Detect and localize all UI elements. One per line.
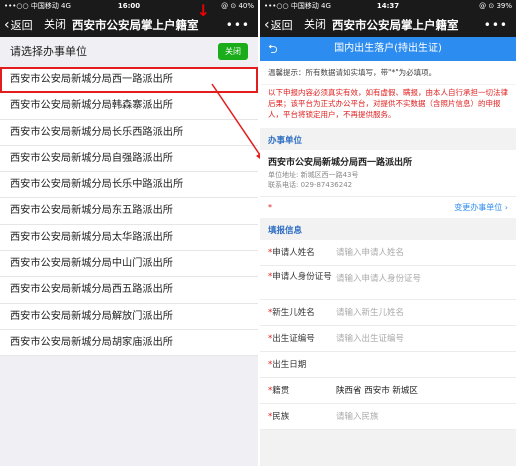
unit-phone: 联系电话: 029-87436242 [268,181,353,189]
nav-bar: ‹返回 关闭 西安市公安局掌上户籍室 ↓ ••• [0,1,258,38]
more-icon[interactable]: ••• [484,13,508,37]
choose-unit-header: 请选择办事单位 关闭 [0,37,258,67]
clock: 16:00 [117,2,141,10]
status-bar: •••○○ 中国移动 4G 14:37 @ ⊙ 39% [260,0,516,13]
choose-unit-title: 请选择办事单位 [10,45,87,58]
birth-cert-field[interactable]: *出生证编号 请输入出生证编号 [260,326,516,352]
native-place-value[interactable]: 陕西省 西安市 新城区 [336,385,418,397]
list-item[interactable]: 西安市公安局新城分局韩森寨派出所 [0,93,258,120]
list-item[interactable]: 西安市公安局新城分局自强路派出所 [0,146,258,173]
field-label: 籍贯 [272,386,290,396]
ethnicity-field[interactable]: *民族 请输入民族 [260,404,516,430]
list-item[interactable]: 西安市公安局新城分局西五路派出所 [0,277,258,304]
close-link[interactable]: 关闭 [44,13,66,37]
tip-text: 温馨提示：所有数据请如实填写，带"*"为必填项。 [260,61,516,84]
return-icon[interactable]: ⮌ [268,37,278,61]
right-screen: •••○○ 中国移动 4G 14:37 @ ⊙ 39% ‹返回 关闭 西安市公安… [260,0,516,466]
arrow-down-icon: ↓ [196,1,210,20]
battery-indicator: @ ⊙ 40% [221,2,254,10]
newborn-name-field[interactable]: *新生儿姓名 请输入新生儿姓名 [260,300,516,326]
change-unit-link[interactable]: 变更办事单位 › [454,197,508,219]
chevron-left-icon: ‹ [4,17,10,33]
newborn-name-input[interactable]: 请输入新生儿姓名 [336,307,404,319]
fill-section-title: 填报信息 [260,218,516,240]
applicant-name-input[interactable]: 请输入申请人姓名 [336,247,404,259]
nav-bar: ‹返回 关闭 西安市公安局掌上户籍室 ••• [260,13,516,37]
form-header: ⮌ 国内出生落户(持出生证) [260,37,516,61]
list-item[interactable]: 西安市公安局新城分局中山门派出所 [0,251,258,278]
field-label: 申请人身份证号 [272,272,332,282]
back-button[interactable]: ‹返回 [4,13,33,38]
list-item[interactable]: 西安市公安局新城分局长乐西路派出所 [0,120,258,146]
applicant-id-input[interactable]: 请输入申请人身份证号 [336,273,421,285]
unit-section-title: 办事单位 [260,128,516,150]
battery-indicator: @ ⊙ 39% [479,2,512,10]
field-label: 出生证编号 [272,334,315,344]
native-place-field[interactable]: *籍贯 陕西省 西安市 新城区 [260,378,516,404]
back-button[interactable]: ‹返回 [264,13,293,38]
back-label: 返回 [270,19,293,32]
list-item[interactable]: 西安市公安局新城分局长乐中路派出所 [0,172,258,199]
birth-cert-input[interactable]: 请输入出生证编号 [336,333,404,345]
applicant-name-field[interactable]: *申请人姓名 请输入申请人姓名 [260,240,516,266]
unit-info: 西安市公安局新城分局西一路派出所 单位地址: 新城区西一路43号 联系电话: 0… [260,150,516,196]
field-label: 申请人姓名 [272,248,315,258]
unit-name: 西安市公安局新城分局西一路派出所 [268,158,413,168]
field-label: 民族 [272,412,290,422]
clock: 14:37 [376,2,400,10]
close-link[interactable]: 关闭 [304,13,326,37]
ethnicity-input[interactable]: 请输入民族 [336,411,379,423]
page-title: 西安市公安局掌上户籍室 [332,18,459,32]
list-item[interactable]: 西安市公安局新城分局西一路派出所 [0,67,258,94]
station-list: 西安市公安局新城分局西一路派出所 西安市公安局新城分局韩森寨派出所 西安市公安局… [0,67,258,357]
change-unit-row: * 变更办事单位 › [260,196,516,218]
close-button[interactable]: 关闭 [218,43,248,60]
field-label: 新生儿姓名 [272,308,315,318]
form-title: 国内出生落户(持出生证) [334,43,442,54]
chevron-left-icon: ‹ [264,17,270,33]
page-title: 西安市公安局掌上户籍室 [72,18,199,32]
left-screen: •••○○ 中国移动 4G 16:00 @ ⊙ 40% ‹返回 关闭 西安市公安… [0,0,258,466]
list-item[interactable]: 西安市公安局新城分局胡家庙派出所 [0,330,258,357]
back-label: 返回 [10,19,33,32]
list-item[interactable]: 西安市公安局新城分局太华路派出所 [0,225,258,252]
more-icon[interactable]: ••• [226,13,250,37]
status-bar: •••○○ 中国移动 4G 16:00 @ ⊙ 40% [0,0,258,13]
required-star: * [268,203,272,212]
warning-text: 以下申报内容必须真实有效，如有虚假、瞒报，由本人自行承担一切法律后果；该平台为正… [260,85,516,128]
unit-address: 单位地址: 新城区西一路43号 [268,171,359,179]
list-item[interactable]: 西安市公安局新城分局解放门派出所 [0,304,258,330]
field-label: 出生日期 [272,360,307,370]
birth-date-field[interactable]: *出生日期 [260,352,516,378]
list-item[interactable]: 西安市公安局新城分局东五路派出所 [0,198,258,225]
applicant-id-field[interactable]: *申请人身份证号 请输入申请人身份证号 [260,266,516,300]
